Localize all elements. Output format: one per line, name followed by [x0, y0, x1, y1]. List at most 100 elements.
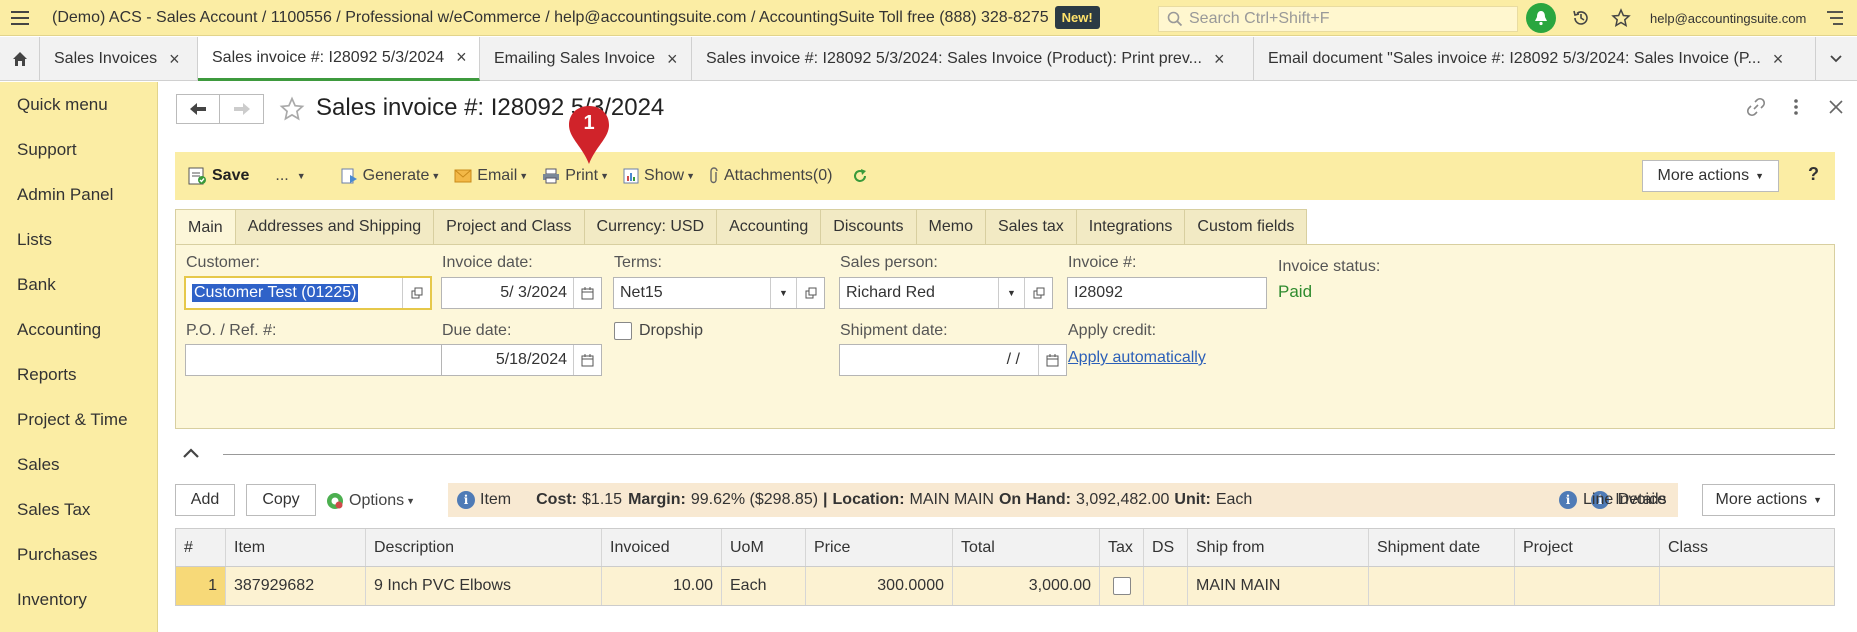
print-button[interactable]: Print ▼ — [542, 167, 609, 185]
more-vertical-icon[interactable] — [1783, 94, 1809, 120]
show-button[interactable]: Show ▼ — [623, 167, 695, 185]
column-header[interactable]: Shipment date — [1369, 529, 1515, 566]
sidebar-item-bank[interactable]: Bank — [0, 262, 157, 307]
ship-from-cell[interactable]: MAIN MAIN — [1188, 567, 1369, 605]
invoice-number-field[interactable]: I28092 — [1067, 277, 1267, 309]
link-icon[interactable] — [1743, 94, 1769, 120]
refresh-icon[interactable] — [852, 168, 873, 184]
sales-person-select[interactable]: Richard Red ▼ — [839, 277, 1053, 309]
tab-sales-invoice-i28092[interactable]: Sales invoice #: I28092 5/3/2024 × — [198, 37, 480, 81]
line-details-button[interactable]: i Line Details — [1559, 491, 1667, 509]
calendar-icon[interactable] — [573, 345, 601, 375]
table-row[interactable]: 1 387929682 9 Inch PVC Elbows 10.00 Each… — [176, 567, 1834, 605]
tab-discounts[interactable]: Discounts — [821, 209, 917, 245]
sidebar-item-lists[interactable]: Lists — [0, 217, 157, 262]
open-icon[interactable] — [402, 278, 430, 308]
customer-field[interactable]: Customer Test (01225) — [184, 276, 432, 310]
open-icon[interactable] — [1024, 278, 1052, 308]
tab-sales-tax[interactable]: Sales tax — [985, 209, 1077, 245]
column-header[interactable]: Invoiced — [602, 529, 722, 566]
column-header[interactable]: Ship from — [1188, 529, 1369, 566]
due-date-field[interactable]: 5/18/2024 — [441, 344, 602, 376]
column-header[interactable]: DS — [1144, 529, 1188, 566]
project-cell[interactable] — [1515, 567, 1660, 605]
class-cell[interactable] — [1660, 567, 1814, 605]
item-cell[interactable]: 387929682 — [226, 567, 366, 605]
tab-email-document[interactable]: Email document "Sales invoice #: I28092 … — [1254, 37, 1816, 81]
collapse-section-icon[interactable] — [181, 446, 201, 464]
invoice-date-field[interactable]: 5/ 3/2024 — [441, 277, 602, 309]
total-cell[interactable]: 3,000.00 — [953, 567, 1100, 605]
column-header[interactable]: Item — [226, 529, 366, 566]
tax-checkbox[interactable] — [1112, 577, 1131, 595]
home-icon[interactable] — [0, 37, 40, 81]
copy-line-button[interactable]: Copy — [246, 484, 316, 516]
sidebar-item-reports[interactable]: Reports — [0, 352, 157, 397]
close-icon[interactable]: × — [456, 47, 467, 68]
sidebar-item-accounting[interactable]: Accounting — [0, 307, 157, 352]
column-header[interactable]: Total — [953, 529, 1100, 566]
column-header[interactable]: # — [176, 529, 226, 566]
chevron-down-icon[interactable]: ▼ — [770, 278, 796, 308]
shipment-date-field[interactable]: / / — [839, 344, 1067, 376]
attachments-button[interactable]: Attachments(0) — [709, 167, 832, 185]
global-search-input[interactable]: Search Ctrl+Shift+F — [1158, 6, 1518, 32]
tab-currency[interactable]: Currency: USD — [584, 209, 718, 245]
new-badge[interactable]: New! — [1054, 6, 1100, 29]
more-actions-button[interactable]: More actions ▼ — [1642, 160, 1779, 192]
uom-cell[interactable]: Each — [722, 567, 806, 605]
chevron-down-icon[interactable] — [1816, 37, 1856, 80]
sidebar-item-quick-menu[interactable]: Quick menu — [0, 82, 157, 127]
user-email[interactable]: help@accountingsuite.com — [1650, 11, 1806, 26]
column-header[interactable]: Class — [1660, 529, 1814, 566]
dropship-checkbox[interactable] — [614, 322, 632, 340]
favorite-star-icon[interactable] — [279, 96, 305, 126]
tab-integrations[interactable]: Integrations — [1076, 209, 1186, 245]
close-icon[interactable]: × — [169, 49, 180, 70]
close-icon[interactable]: × — [667, 49, 678, 70]
sidebar-item-inventory[interactable]: Inventory — [0, 577, 157, 622]
sidebar-item-project-time[interactable]: Project & Time — [0, 397, 157, 442]
price-cell[interactable]: 300.0000 — [806, 567, 953, 605]
settings-menu-icon[interactable] — [1825, 8, 1845, 32]
tab-main[interactable]: Main — [175, 209, 236, 245]
tab-custom-fields[interactable]: Custom fields — [1185, 209, 1308, 245]
notification-bell-icon[interactable] — [1526, 3, 1556, 33]
lines-more-actions-button[interactable]: More actions ▼ — [1702, 484, 1835, 516]
save-button[interactable]: Save — [187, 166, 249, 186]
back-button[interactable] — [176, 94, 220, 124]
forward-button[interactable] — [220, 94, 264, 124]
calendar-icon[interactable] — [1038, 345, 1066, 375]
column-header[interactable]: Tax — [1100, 529, 1144, 566]
sidebar-item-admin-panel[interactable]: Admin Panel — [0, 172, 157, 217]
calendar-icon[interactable] — [573, 278, 601, 308]
column-header[interactable]: UoM — [722, 529, 806, 566]
tab-sales-invoices[interactable]: Sales Invoices × — [40, 37, 198, 81]
ds-cell[interactable] — [1144, 567, 1188, 605]
help-button[interactable]: ? — [1808, 164, 1819, 185]
tab-addresses-shipping[interactable]: Addresses and Shipping — [235, 209, 435, 245]
add-line-button[interactable]: Add — [175, 484, 235, 516]
terms-select[interactable]: Net15 ▼ — [613, 277, 825, 309]
close-icon[interactable]: × — [1214, 49, 1225, 70]
shipment-date-cell[interactable] — [1369, 567, 1515, 605]
hamburger-menu-icon[interactable] — [0, 0, 40, 36]
history-icon[interactable] — [1566, 3, 1596, 33]
sidebar-item-sales-tax[interactable]: Sales Tax — [0, 487, 157, 532]
open-icon[interactable] — [796, 278, 824, 308]
po-ref-field[interactable] — [185, 344, 448, 376]
column-header[interactable]: Price — [806, 529, 953, 566]
item-info-label[interactable]: Item — [480, 491, 511, 509]
favorites-star-icon[interactable] — [1606, 3, 1636, 33]
options-button[interactable]: Options ▼ — [325, 491, 415, 511]
tab-project-class[interactable]: Project and Class — [434, 209, 585, 245]
tab-emailing-sales-invoice[interactable]: Emailing Sales Invoice × — [480, 37, 692, 81]
tab-print-preview[interactable]: Sales invoice #: I28092 5/3/2024: Sales … — [692, 37, 1254, 81]
close-window-icon[interactable] — [1823, 94, 1849, 120]
generate-button[interactable]: Generate ▼ — [340, 167, 440, 185]
chevron-down-icon[interactable]: ▼ — [998, 278, 1024, 308]
apply-automatically-link[interactable]: Apply automatically — [1068, 349, 1206, 367]
tab-memo[interactable]: Memo — [916, 209, 986, 245]
sidebar-item-sales[interactable]: Sales — [0, 442, 157, 487]
tab-accounting[interactable]: Accounting — [717, 209, 822, 245]
